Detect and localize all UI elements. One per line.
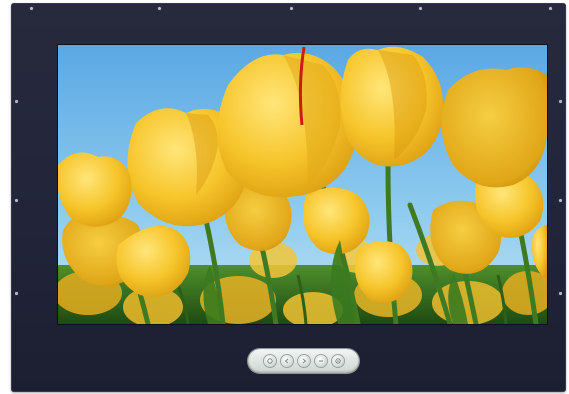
screw bbox=[15, 292, 18, 295]
screw bbox=[290, 7, 293, 10]
display-screen bbox=[58, 45, 547, 324]
right-arrow-icon bbox=[302, 358, 306, 364]
control-panel bbox=[248, 349, 359, 373]
menu-icon bbox=[266, 358, 273, 364]
screw bbox=[158, 7, 161, 10]
menu-button[interactable] bbox=[263, 355, 276, 367]
screw bbox=[559, 292, 562, 295]
power-icon bbox=[334, 358, 341, 364]
power-button[interactable] bbox=[331, 355, 344, 367]
screw bbox=[559, 100, 562, 103]
monitor-bezel bbox=[11, 3, 566, 392]
screw bbox=[15, 100, 18, 103]
screw bbox=[419, 7, 422, 10]
left-arrow-icon bbox=[284, 358, 288, 364]
right-button[interactable] bbox=[297, 355, 310, 367]
select-button[interactable] bbox=[314, 355, 327, 367]
screw bbox=[549, 7, 552, 10]
left-button[interactable] bbox=[280, 355, 293, 367]
screw bbox=[559, 199, 562, 202]
screw bbox=[15, 199, 18, 202]
screw bbox=[30, 7, 33, 10]
tulips-photo bbox=[58, 45, 547, 324]
select-icon bbox=[318, 360, 323, 362]
